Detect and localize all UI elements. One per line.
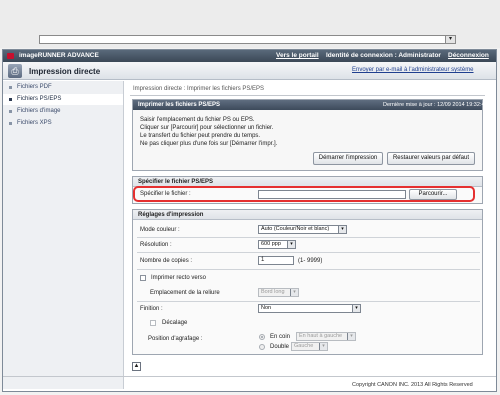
resolution-value: 600 ppp	[261, 241, 281, 247]
chevron-down-icon: ▾	[290, 289, 298, 296]
copyright: Copyright CANON INC. 2013 All Rights Res…	[352, 382, 473, 388]
instruction-line: Saisir l'emplacement du fichier PS ou EP…	[140, 117, 255, 123]
print-panel: Imprimer les fichiers PS/EPS Dernière mi…	[132, 99, 488, 171]
copies-range: (1- 9999)	[298, 258, 323, 264]
sidebar-item-pdf[interactable]: Fichiers PDF	[3, 82, 123, 93]
color-mode-value: Auto (Couleur/Noir et blanc)	[261, 226, 330, 232]
address-bar[interactable]	[39, 35, 456, 44]
staple-double-value: Gauche	[294, 343, 314, 349]
finishing-value: Non	[261, 305, 272, 311]
print-icon: ⎙	[8, 64, 22, 78]
divider	[3, 376, 496, 377]
instruction-line: Cliquer sur [Parcourir] pour sélectionne…	[140, 125, 274, 131]
binding-label: Emplacement de la reliure	[150, 290, 220, 296]
color-mode-select[interactable]: Auto (Couleur/Noir et blanc) ▾	[258, 225, 347, 234]
sidebar-item-ps-eps[interactable]: Fichiers PS/EPS	[3, 94, 123, 105]
binding-select[interactable]: Bord long ▾	[258, 288, 299, 297]
settings-title: Réglages d'impression	[133, 210, 482, 220]
canon-logo-icon	[7, 53, 14, 59]
chevron-down-icon: ▾	[319, 343, 327, 350]
address-dropdown-icon[interactable]: ▾	[445, 35, 456, 44]
chevron-down-icon: ▾	[352, 305, 360, 312]
binding-value: Bord long	[261, 289, 285, 295]
instruction-line: Ne pas cliquer plus d'une fois sur [Déma…	[140, 141, 278, 147]
copies-input[interactable]: 1	[258, 256, 294, 265]
finishing-select[interactable]: Non ▾	[258, 304, 361, 313]
page-title: Impression directe	[29, 67, 101, 76]
staple-corner-label: En coin	[270, 334, 291, 340]
brand-name: imageRUNNER ADVANCE	[19, 52, 99, 59]
mail-admin-link[interactable]: Envoyer par e-mail à l'administrateur sy…	[352, 67, 474, 73]
top-arrow-icon[interactable]: ▲	[132, 362, 141, 371]
offset-label: Décalage	[162, 320, 188, 326]
instruction-line: Le transfert du fichier peut prendre du …	[140, 133, 261, 139]
finishing-label: Finition :	[140, 306, 163, 312]
sidebar-item-xps[interactable]: Fichiers XPS	[3, 118, 123, 129]
staple-corner-radio[interactable]	[259, 334, 265, 340]
divider	[130, 95, 485, 96]
portal-link[interactable]: Vers le portail	[276, 52, 319, 59]
divider	[137, 301, 480, 302]
divider	[137, 237, 480, 238]
staple-double-select[interactable]: Gauche ▾	[291, 342, 328, 351]
color-mode-label: Mode couleur :	[140, 227, 180, 233]
offset-checkbox[interactable]	[150, 320, 156, 326]
last-update: Dernière mise à jour : 12/09 2014 19:32:…	[383, 102, 488, 108]
duplex-label: Imprimer recto verso	[151, 275, 207, 281]
settings-panel: Réglages d'impression Mode couleur : Aut…	[132, 209, 483, 355]
resolution-select[interactable]: 600 ppp ▾	[258, 240, 296, 249]
highlight-frame	[133, 186, 475, 202]
breadcrumb: Impression directe : Imprimer les fichie…	[133, 86, 265, 92]
start-print-button[interactable]: Démarrer l'impression	[313, 152, 383, 165]
divider	[137, 252, 480, 253]
staple-double-radio[interactable]	[259, 344, 265, 350]
reset-defaults-button[interactable]: Restaurer valeurs par défaut	[387, 152, 475, 165]
duplex-checkbox[interactable]	[140, 275, 146, 281]
login-info: Identité de connexion : Administrator	[326, 52, 441, 59]
staple-corner-value: En haut à gauche	[299, 333, 343, 339]
divider	[137, 269, 480, 270]
resolution-label: Résolution :	[140, 242, 172, 248]
chevron-down-icon: ▾	[287, 241, 295, 248]
chevron-down-icon: ▾	[338, 226, 346, 233]
sidebar-item-image[interactable]: Fichiers d'image	[3, 106, 123, 117]
copies-label: Nombre de copies :	[140, 258, 193, 264]
chevron-down-icon: ▾	[347, 333, 355, 340]
staple-label: Position d'agrafage :	[148, 336, 203, 342]
staple-double-label: Double	[270, 344, 290, 350]
logout-link[interactable]: Déconnexion	[448, 52, 489, 59]
staple-corner-select[interactable]: En haut à gauche ▾	[296, 332, 356, 341]
